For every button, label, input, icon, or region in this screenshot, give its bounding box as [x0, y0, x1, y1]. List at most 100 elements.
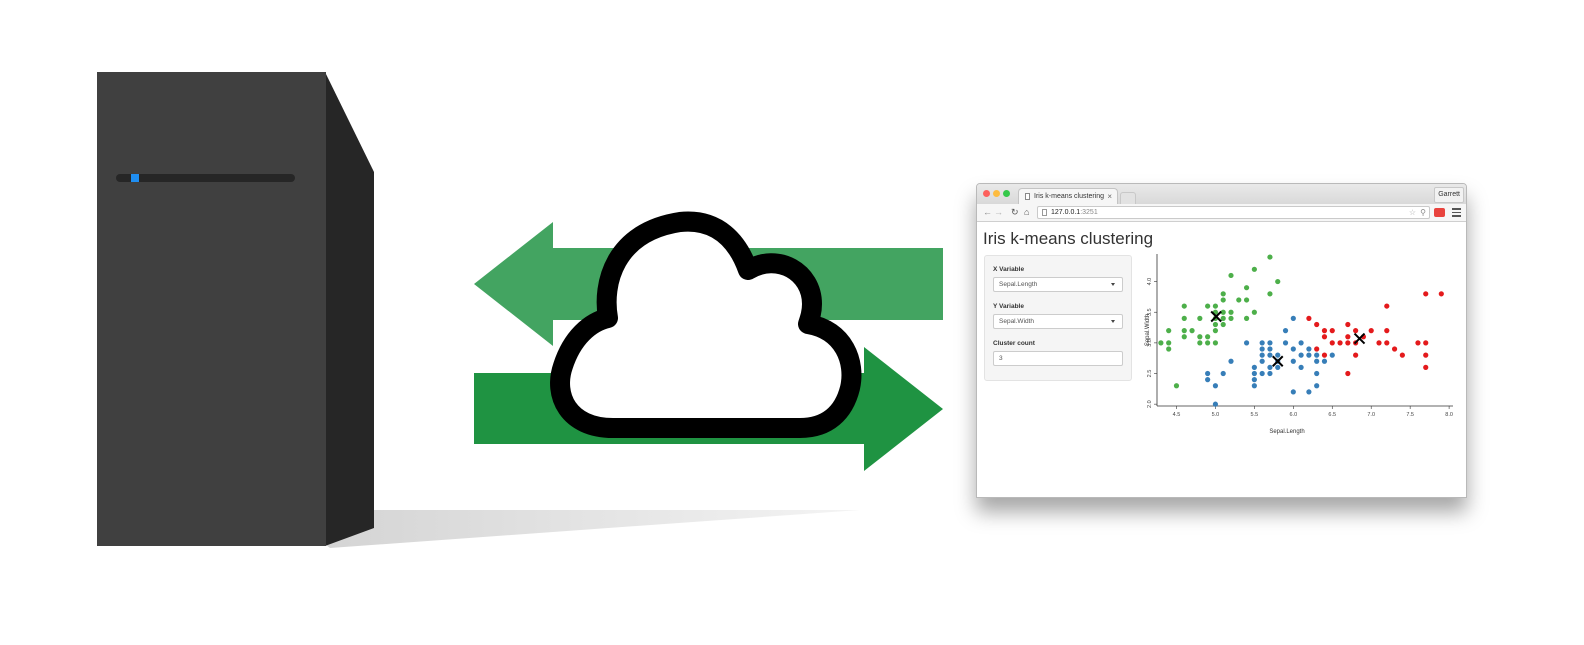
address-bar[interactable]: 127.0.0.1:3251 ☆ ⚲: [1037, 206, 1430, 219]
data-point: [1267, 370, 1273, 377]
y-variable-value: Sepal.Width: [999, 318, 1035, 325]
x-tick-label: 6.0: [1289, 412, 1297, 418]
data-point: [1314, 346, 1320, 352]
data-point: [1166, 346, 1172, 352]
data-point: [1267, 340, 1273, 346]
data-point: [1212, 383, 1219, 389]
cluster-center-marker: [1272, 355, 1284, 367]
x-tick-label: 4.5: [1173, 412, 1181, 418]
page-title: Iris k-means clustering: [983, 229, 1154, 248]
close-tab-icon[interactable]: ×: [1107, 189, 1112, 204]
server-icon: [97, 72, 374, 546]
new-tab-button[interactable]: [1120, 192, 1136, 204]
chevron-down-icon: [1111, 283, 1115, 286]
profile-button[interactable]: Garrett: [1434, 187, 1464, 203]
data-point: [1205, 340, 1211, 346]
data-point: [1220, 297, 1226, 303]
data-point: [1243, 297, 1250, 303]
x-variable-value: Sepal.Length: [999, 281, 1038, 288]
data-point: [1314, 352, 1320, 358]
data-point: [1321, 358, 1328, 364]
data-point: [1399, 352, 1405, 358]
data-point: [1298, 364, 1304, 370]
maximize-window-button[interactable]: [1003, 190, 1010, 197]
y-tick-label: 2.5: [1147, 370, 1153, 378]
y-axis-label: Sepal.Width: [1145, 314, 1151, 346]
search-icon[interactable]: ⚲: [1420, 207, 1426, 218]
data-point: [1181, 315, 1187, 321]
kmeans-scatter-plot: 4.5 5.0 5.5 6.0 6.5 7.0 7.5 8.02.02.53.03.54.0 …: [1145, 254, 1453, 435]
data-point: [1321, 328, 1328, 334]
data-point: [1205, 303, 1211, 309]
input-panel: X Variable Sepal.Length Y Variable Sepal…: [984, 255, 1132, 381]
data-point: [1329, 328, 1335, 334]
browser-titlebar: Iris k-means clustering × Garrett: [977, 184, 1466, 204]
data-point: [1205, 377, 1211, 383]
back-arrow-icon[interactable]: ←: [983, 205, 992, 220]
data-point: [1189, 328, 1195, 334]
y-variable-select[interactable]: Sepal.Width: [993, 314, 1123, 329]
data-point: [1212, 401, 1219, 407]
data-point: [1212, 340, 1219, 346]
data-point: [1306, 352, 1312, 358]
data-point: [1220, 315, 1226, 321]
menu-icon[interactable]: [1452, 208, 1461, 219]
data-point: [1212, 328, 1219, 334]
forward-arrow-icon[interactable]: →: [994, 205, 1003, 220]
close-window-button[interactable]: [983, 190, 990, 197]
data-point: [1314, 321, 1320, 328]
reload-icon[interactable]: ↻: [1011, 205, 1019, 220]
data-point: [1384, 340, 1390, 346]
data-point: [1228, 358, 1234, 364]
data-point: [1173, 383, 1180, 389]
data-point: [1212, 303, 1219, 309]
url-host: 127.0.0.1: [1051, 209, 1081, 216]
data-point: [1259, 370, 1265, 377]
extension-icon[interactable]: [1434, 208, 1445, 217]
cluster-count-input[interactable]: 3: [993, 351, 1123, 366]
server-power-led: [131, 174, 139, 182]
data-point: [1259, 352, 1265, 358]
data-point: [1251, 266, 1257, 272]
data-point: [1259, 340, 1265, 346]
data-point: [1243, 340, 1250, 346]
x-tick-label: 6.5: [1328, 412, 1336, 418]
data-point: [1345, 321, 1351, 328]
data-point: [1321, 352, 1328, 358]
url-port: :3251: [1080, 209, 1098, 216]
data-point: [1181, 328, 1187, 334]
data-point: [1306, 315, 1312, 321]
browser-tab[interactable]: Iris k-means clustering ×: [1018, 188, 1118, 204]
home-icon[interactable]: ⌂: [1024, 205, 1029, 220]
data-point: [1353, 352, 1359, 358]
data-point: [1282, 340, 1289, 346]
url-text: 127.0.0.1:3251: [1051, 207, 1098, 218]
data-point: [1220, 321, 1226, 328]
data-point: [1376, 340, 1382, 346]
data-point: [1329, 352, 1335, 358]
data-point: [1228, 315, 1234, 321]
data-point: [1251, 370, 1257, 377]
y-tick-label: 2.0: [1147, 400, 1153, 408]
data-point: [1251, 364, 1257, 370]
page-icon: [1042, 209, 1047, 216]
data-point: [1391, 346, 1398, 352]
cluster-centers: [1210, 310, 1366, 367]
data-point: [1259, 358, 1265, 364]
data-point: [1251, 377, 1257, 383]
data-point: [1282, 328, 1289, 334]
x-tick-label: 5.5: [1251, 412, 1259, 418]
data-point: [1345, 334, 1351, 340]
data-point: [1275, 278, 1281, 285]
data-point: [1353, 328, 1359, 334]
x-variable-select[interactable]: Sepal.Length: [993, 277, 1123, 292]
data-point: [1329, 340, 1335, 346]
data-point: [1384, 303, 1390, 309]
data-point: [1267, 364, 1273, 370]
minimize-window-button[interactable]: [993, 190, 1000, 197]
data-point: [1423, 352, 1429, 358]
bookmark-star-icon[interactable]: ☆: [1409, 207, 1416, 218]
data-point: [1197, 334, 1203, 340]
data-point: [1197, 315, 1203, 321]
data-point: [1345, 340, 1351, 346]
